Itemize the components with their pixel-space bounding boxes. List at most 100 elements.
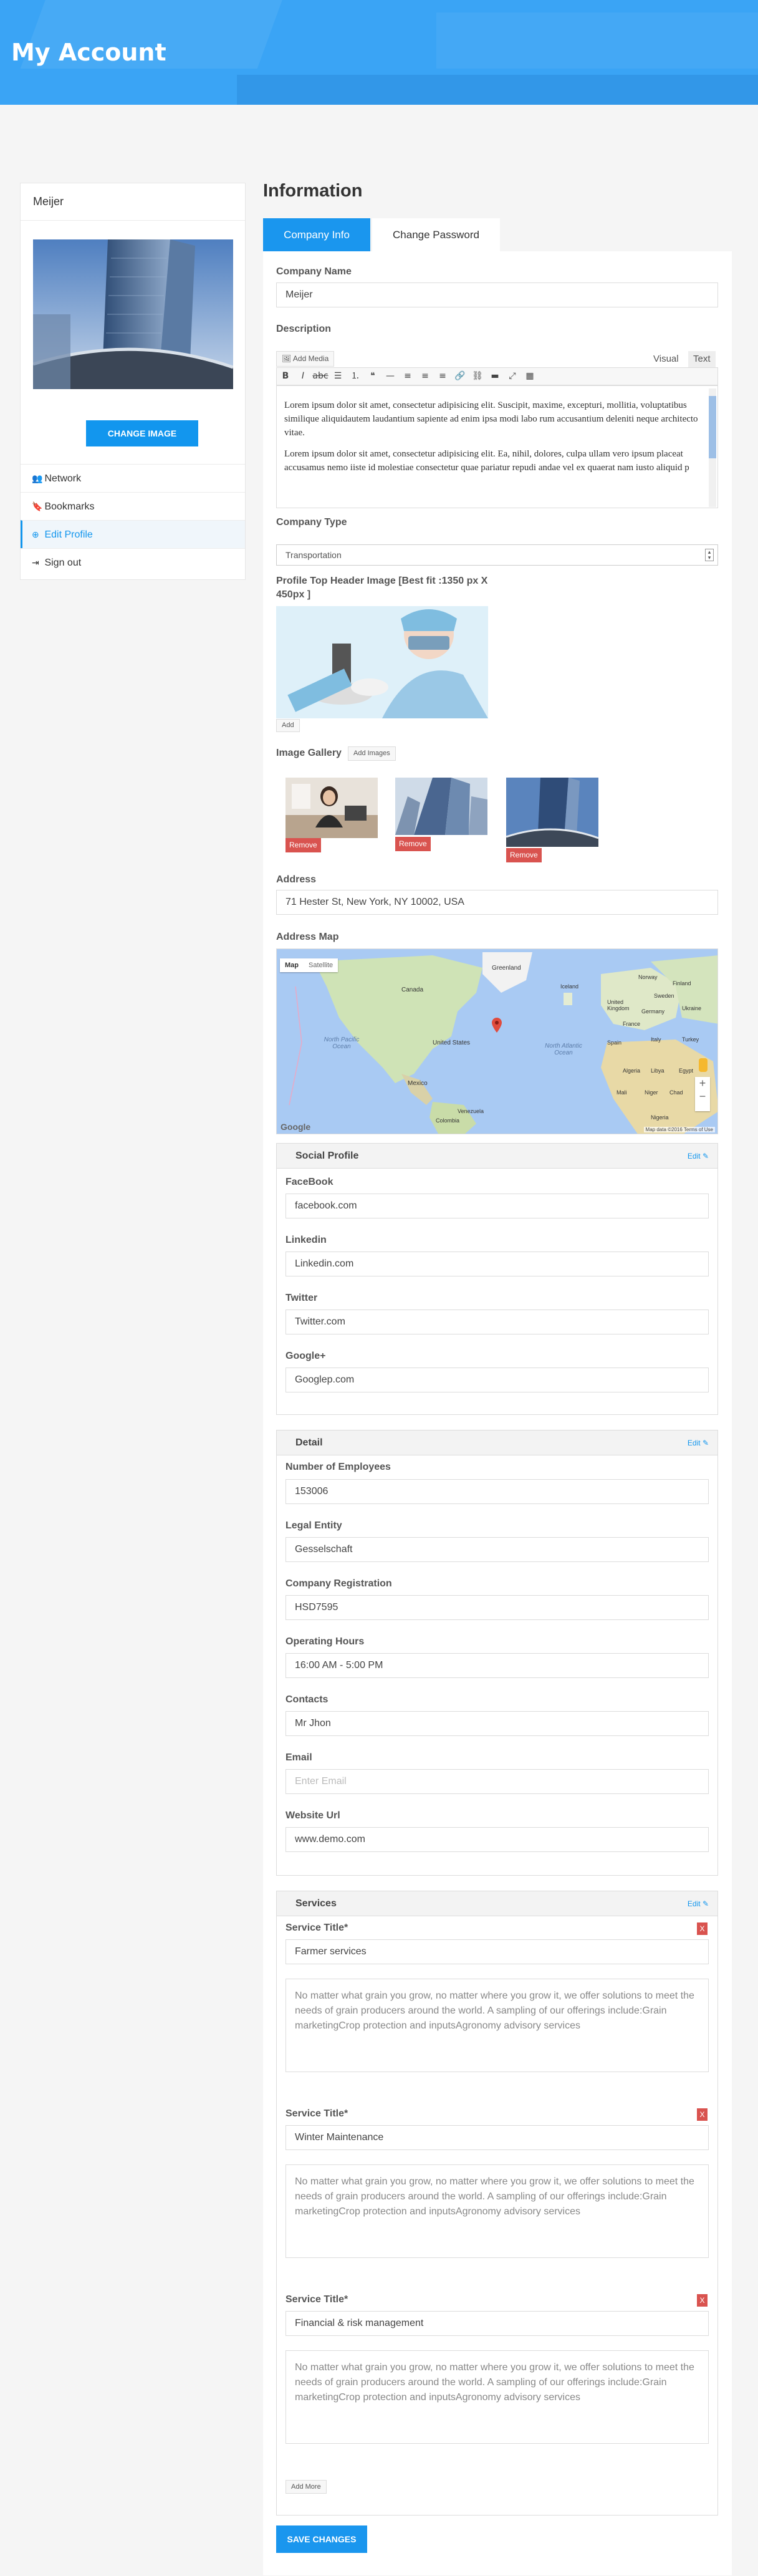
add-images-button[interactable]: Add Images: [348, 746, 396, 761]
quote-icon[interactable]: ❝: [364, 368, 381, 385]
facebook-input[interactable]: facebook.com: [285, 1194, 709, 1218]
legal-entity-input[interactable]: Gesselschaft: [285, 1537, 709, 1562]
remove-service-button[interactable]: X: [697, 2294, 708, 2307]
link-icon[interactable]: 🔗: [451, 368, 469, 385]
operating-hours-input[interactable]: 16:00 AM - 5:00 PM: [285, 1653, 709, 1678]
align-center-icon[interactable]: ≡: [416, 368, 434, 385]
map-label: France: [623, 1021, 641, 1027]
map-marker-icon[interactable]: [492, 1018, 502, 1033]
twitter-input[interactable]: Twitter.com: [285, 1310, 709, 1334]
edit-detail-link[interactable]: Edit ✎: [688, 1430, 709, 1455]
address-map[interactable]: Map Satellite North Pacific Ocean North A…: [276, 948, 718, 1134]
company-type-label: Company Type: [276, 517, 347, 528]
map-label: Iceland: [560, 983, 579, 990]
zoom-out-icon[interactable]: −: [695, 1090, 710, 1103]
map-label: Libya: [651, 1068, 664, 1074]
service-description[interactable]: No matter what grain you grow, no matter…: [285, 2164, 709, 2258]
registration-label: Company Registration: [285, 1578, 392, 1589]
zoom-in-icon[interactable]: +: [695, 1077, 710, 1090]
operating-hours-label: Operating Hours: [285, 1636, 365, 1647]
change-image-button[interactable]: CHANGE IMAGE: [86, 420, 198, 446]
visual-tab[interactable]: Visual: [648, 351, 684, 367]
sidebar-item-label: Bookmarks: [44, 501, 95, 512]
map-label: Venezuela: [458, 1108, 484, 1114]
map-tab[interactable]: Map: [280, 962, 304, 969]
map-label: Italy: [651, 1036, 661, 1043]
gallery-remove-button[interactable]: Remove: [395, 837, 431, 851]
align-left-icon[interactable]: ≡: [399, 368, 416, 385]
italic-icon[interactable]: I: [294, 368, 312, 385]
plus-circle-icon: ⊕: [32, 529, 39, 539]
gallery-remove-button[interactable]: Remove: [506, 848, 542, 862]
add-media-button[interactable]: 🖼 Add Media: [276, 351, 335, 367]
pegman-icon[interactable]: [699, 1058, 708, 1072]
text-tab[interactable]: Text: [688, 351, 716, 367]
map-label: Mexico: [408, 1080, 428, 1087]
detail-title: Detail: [295, 1437, 323, 1448]
googleplus-label: Google+: [285, 1351, 326, 1361]
email-input[interactable]: Enter Email: [285, 1769, 709, 1794]
hr-icon[interactable]: —: [381, 368, 399, 385]
gallery-image: [285, 778, 378, 838]
tab-change-password[interactable]: Change Password: [372, 218, 500, 251]
description-editor[interactable]: Lorem ipsum dolor sit amet, consectetur …: [276, 385, 718, 508]
numbered-list-icon[interactable]: ⒈: [347, 368, 364, 385]
users-icon: 👥: [32, 473, 43, 483]
service-title-label: Service Title*: [285, 2294, 348, 2305]
sidebar-item-edit-profile[interactable]: ⊕ Edit Profile: [21, 520, 245, 548]
page-banner: My Account: [0, 0, 758, 105]
more-icon[interactable]: ▬: [486, 368, 504, 385]
address-input[interactable]: 71 Hester St, New York, NY 10002, USA: [276, 890, 718, 915]
google-logo: Google: [281, 1122, 311, 1132]
bookmark-icon: 🔖: [32, 501, 43, 511]
map-label: Mali: [616, 1089, 627, 1096]
editor-scrollbar[interactable]: [709, 388, 716, 507]
contacts-input[interactable]: Mr Jhon: [285, 1711, 709, 1736]
gallery-image: [506, 778, 598, 847]
service-title-input[interactable]: Financial & risk management: [285, 2311, 709, 2336]
company-name-input[interactable]: Meijer: [276, 282, 718, 307]
map-label: Ukraine: [682, 1005, 702, 1011]
service-title-input[interactable]: Winter Maintenance: [285, 2125, 709, 2150]
sidebar-item-label: Sign out: [44, 557, 82, 568]
map-label: Sweden: [654, 993, 674, 999]
save-changes-button[interactable]: SAVE CHANGES: [276, 2525, 367, 2553]
address-label: Address: [276, 874, 317, 885]
remove-service-button[interactable]: X: [697, 2108, 708, 2121]
service-description[interactable]: No matter what grain you grow, no matter…: [285, 2350, 709, 2444]
employees-input[interactable]: 153006: [285, 1479, 709, 1504]
fullscreen-icon[interactable]: ⤢: [504, 368, 521, 385]
bold-icon[interactable]: B: [277, 368, 294, 385]
align-right-icon[interactable]: ≡: [434, 368, 451, 385]
header-image-add-button[interactable]: Add: [276, 719, 300, 732]
linkedin-input[interactable]: Linkedin.com: [285, 1252, 709, 1276]
bullet-list-icon[interactable]: ☰: [329, 368, 347, 385]
sidebar-item-network[interactable]: 👥 Network: [21, 464, 245, 492]
unlink-icon[interactable]: ⛓: [469, 368, 486, 385]
edit-label: Edit: [687, 1899, 701, 1908]
social-profile-title: Social Profile: [295, 1151, 359, 1161]
select-arrow-icon: ▴ ▾: [705, 549, 714, 561]
add-more-button[interactable]: Add More: [285, 2480, 327, 2494]
edit-icon: ✎: [702, 1152, 709, 1160]
googleplus-input[interactable]: Googlep.com: [285, 1368, 709, 1392]
edit-social-link[interactable]: Edit ✎: [688, 1144, 709, 1169]
edit-services-link[interactable]: Edit ✎: [688, 1891, 709, 1916]
strikethrough-icon[interactable]: abc: [312, 368, 329, 385]
company-type-select[interactable]: Transportation ▴ ▾: [276, 544, 718, 566]
sidebar-item-sign-out[interactable]: ⇥ Sign out: [21, 548, 245, 576]
map-label: United States: [433, 1040, 471, 1046]
remove-service-button[interactable]: X: [697, 1922, 708, 1935]
website-input[interactable]: www.demo.com: [285, 1827, 709, 1852]
email-label: Email: [285, 1752, 312, 1763]
linkedin-label: Linkedin: [285, 1235, 327, 1245]
registration-input[interactable]: HSD7595: [285, 1595, 709, 1620]
toolbar-toggle-icon[interactable]: ▦: [521, 368, 539, 385]
tab-company-info[interactable]: Company Info: [263, 218, 370, 251]
satellite-tab[interactable]: Satellite: [304, 962, 338, 969]
sidebar-item-bookmarks[interactable]: 🔖 Bookmarks: [21, 492, 245, 520]
gallery-remove-button[interactable]: Remove: [285, 838, 321, 852]
service-title-input[interactable]: Farmer services: [285, 1939, 709, 1964]
employees-label: Number of Employees: [285, 1462, 391, 1472]
service-description[interactable]: No matter what grain you grow, no matter…: [285, 1979, 709, 2072]
